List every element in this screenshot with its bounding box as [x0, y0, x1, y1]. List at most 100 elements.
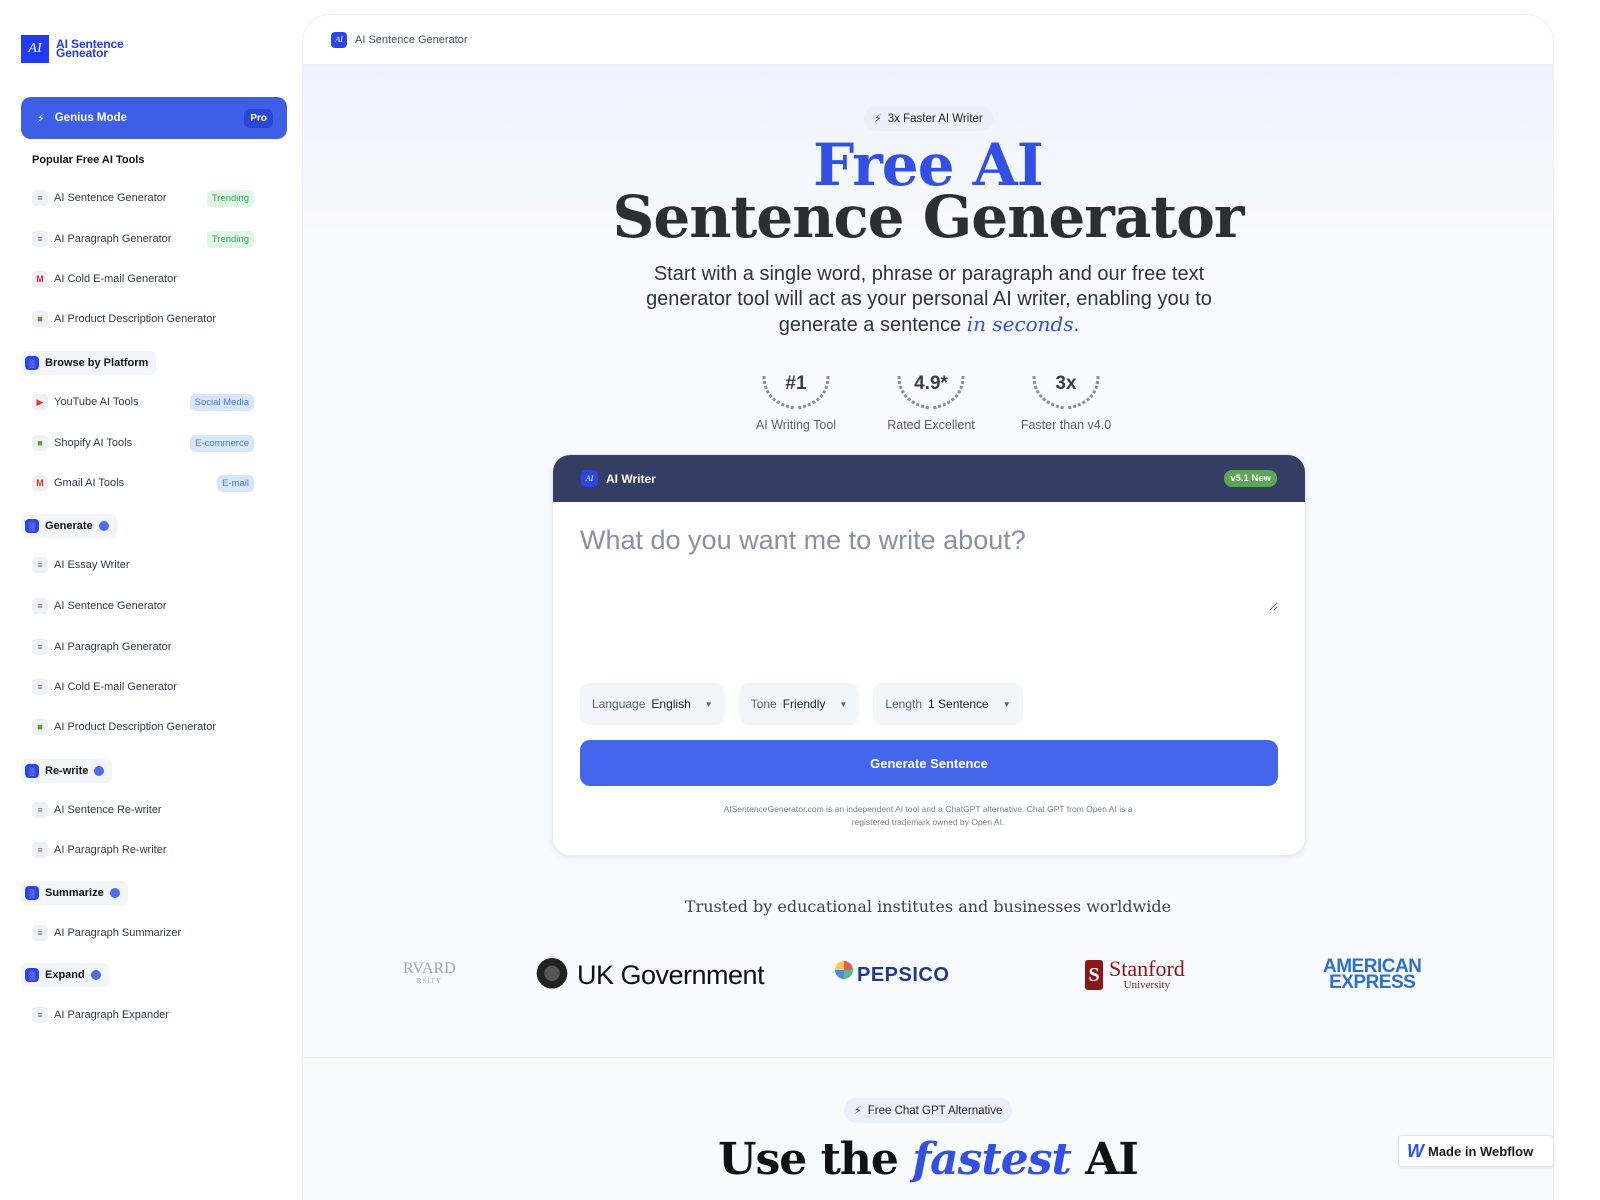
breadcrumb-title: AI Sentence Generator	[355, 33, 468, 46]
sidebar-item-label: AI Cold E-mail Generator	[54, 681, 177, 693]
rewrite-section[interactable]: ░ Re-write	[21, 759, 113, 783]
sidebar-item-label: YouTube AI Tools	[54, 396, 139, 408]
lines-icon: ≡	[32, 842, 48, 858]
sidebar-item-product-description-generator[interactable]: ■ AI Product Description Generator	[32, 309, 254, 329]
sidebar-item-paragraph-expander[interactable]: ≡ AI Paragraph Expander	[32, 1005, 254, 1025]
caret-down-icon: ▼	[704, 699, 713, 709]
prompt-input[interactable]	[580, 525, 1278, 611]
hero-subtitle: Start with a single word, phrase or para…	[643, 262, 1215, 338]
sidebar-item-paragraph-generator[interactable]: ≡ AI Paragraph Generator Trending	[32, 229, 254, 249]
sidebar-item-sentence-rewriter[interactable]: ≡ AI Sentence Re-writer	[32, 800, 254, 820]
lines-icon: ≡	[32, 679, 48, 695]
title-post: AI	[1070, 1134, 1139, 1185]
main-content: AI AI Sentence Generator ⚡︎ 3x Faster AI…	[302, 14, 1554, 1200]
sidebar-item-label: Gmail AI Tools	[54, 477, 125, 489]
summarize-section[interactable]: ░ Summarize	[21, 881, 128, 905]
category-badge: Social Media	[189, 393, 254, 411]
stanford-text: Stanford	[1109, 956, 1185, 981]
sidebar-item-label: Shopify AI Tools	[54, 437, 133, 449]
ukgov-text: UK Government	[577, 959, 765, 990]
stat-caption: AI Writing Tool	[755, 418, 837, 432]
sidebar-item-label: AI Cold E-mail Generator	[54, 273, 177, 285]
sidebar-item-label: AI Paragraph Generator	[54, 233, 172, 245]
sidebar-item-sentence-generator[interactable]: ≡ AI Sentence Generator Trending	[32, 188, 254, 208]
lines-icon: ≡	[32, 190, 48, 206]
shopify-icon: ■	[32, 435, 48, 451]
sidebar-item-label: AI Sentence Generator	[54, 192, 167, 204]
brand-logo[interactable]: AI AI Sentence Geneator	[21, 35, 124, 63]
sidebar-item-label: AI Essay Writer	[54, 559, 130, 571]
stanford-name: Stanford University	[1109, 956, 1185, 992]
pepsico-text: PEPSICO	[857, 963, 950, 986]
subtitle-text: Start with a single word, phrase or para…	[646, 263, 1212, 336]
generate-section[interactable]: ░ Generate	[21, 514, 117, 538]
browse-by-platform-section[interactable]: ░ Browse by Platform	[21, 351, 157, 375]
chart-icon: ░	[25, 764, 39, 778]
chart-icon: ░	[25, 356, 39, 370]
generate-sentence-button[interactable]: Generate Sentence	[580, 740, 1278, 786]
stat-value: 4.9*	[914, 373, 948, 394]
shopify-icon: ■	[32, 311, 48, 327]
sidebar-item-label: AI Paragraph Expander	[54, 1009, 169, 1021]
harvard-text: RVARD	[403, 960, 456, 977]
disclaimer-text: AISentenceGenerator.com is an independen…	[723, 804, 1133, 827]
expand-section[interactable]: ░ Expand	[21, 963, 109, 987]
pro-badge: Pro	[244, 108, 273, 128]
bolt-icon: ⚡︎	[37, 112, 45, 125]
lines-icon: ≡	[32, 925, 48, 941]
sidebar-item-essay-writer[interactable]: ≡ AI Essay Writer	[32, 555, 254, 575]
section-title: Generate	[45, 520, 93, 532]
stats-row: #1 AI Writing Tool 4.9* Rated Excellent …	[741, 370, 1121, 432]
sidebar-item-product-description-generator-2[interactable]: ■ AI Product Description Generator	[32, 717, 254, 737]
options-row: Language English ▼ Tone Friendly ▼ Lengt…	[580, 683, 1023, 725]
option-value: 1 Sentence	[928, 697, 989, 711]
count-badge	[94, 766, 105, 776]
trusted-heading: Trusted by educational institutes and bu…	[684, 897, 1172, 916]
webflow-logo-icon: W	[1407, 1140, 1424, 1161]
brand-name: AI Sentence Geneator	[56, 38, 124, 59]
laurel-icon: 4.9*	[891, 370, 971, 410]
hero-section: ⚡︎ 3x Faster AI Writer Free AI Sentence …	[303, 65, 1553, 1057]
sidebar-item-paragraph-rewriter[interactable]: ≡ AI Paragraph Re-writer	[32, 840, 254, 860]
sidebar-item-cold-email-generator[interactable]: M AI Cold E-mail Generator	[32, 269, 254, 289]
lines-icon: ≡	[32, 802, 48, 818]
bolt-icon: ⚡︎	[874, 113, 882, 125]
lines-icon: ≡	[32, 557, 48, 573]
tone-select[interactable]: Tone Friendly ▼	[738, 683, 860, 725]
sidebar-item-label: AI Product Description Generator	[54, 313, 217, 325]
sidebar: AI AI Sentence Geneator ⚡︎ Genius Mode P…	[0, 0, 302, 1200]
lines-icon: ≡	[32, 598, 48, 614]
sidebar-item-sentence-generator-2[interactable]: ≡ AI Sentence Generator	[32, 596, 254, 616]
sidebar-item-shopify-tools[interactable]: ■ Shopify AI Tools E-commerce	[32, 433, 254, 453]
made-in-webflow-badge[interactable]: W Made in Webflow	[1398, 1135, 1554, 1167]
stat-caption: Rated Excellent	[887, 418, 975, 432]
chatgpt-alternative-pill: ⚡︎ Free Chat GPT Alternative	[844, 1098, 1013, 1123]
laurel-icon: #1	[756, 370, 836, 410]
sidebar-item-paragraph-generator-2[interactable]: ≡ AI Paragraph Generator	[32, 637, 254, 657]
sidebar-item-youtube-tools[interactable]: ▶ YouTube AI Tools Social Media	[32, 392, 254, 412]
sidebar-item-label: AI Paragraph Generator	[54, 641, 172, 653]
trending-badge: Trending	[206, 230, 254, 248]
section-title: Summarize	[45, 887, 104, 899]
gmail-icon: M	[32, 271, 48, 287]
language-select[interactable]: Language English ▼	[580, 683, 725, 725]
section-title: Expand	[45, 969, 85, 981]
category-badge: E-commerce	[190, 434, 254, 452]
chart-icon: ░	[25, 968, 39, 982]
sidebar-item-cold-email-generator-2[interactable]: ≡ AI Cold E-mail Generator	[32, 677, 254, 697]
title-pre: Use the	[718, 1134, 913, 1185]
stat-caption: Faster than v4.0	[1020, 418, 1112, 432]
sidebar-item-label: AI Paragraph Re-writer	[54, 844, 167, 856]
sidebar-item-label: AI Product Description Generator	[54, 721, 217, 733]
sidebar-item-paragraph-summarizer[interactable]: ≡ AI Paragraph Summarizer	[32, 923, 254, 943]
stat-rating: 4.9* Rated Excellent	[876, 370, 986, 432]
genius-mode-button[interactable]: ⚡︎ Genius Mode Pro	[21, 97, 287, 139]
gmail-icon: M	[32, 475, 48, 491]
topbar: AI AI Sentence Generator	[303, 15, 1553, 65]
stanford-tree-icon: S	[1085, 960, 1103, 990]
sidebar-item-gmail-tools[interactable]: M Gmail AI Tools E-mail	[32, 473, 254, 493]
harvard-logo: RVARD RSITY	[403, 950, 456, 1000]
length-select[interactable]: Length 1 Sentence ▼	[873, 683, 1023, 725]
hero-title-line2: Sentence Generator	[612, 183, 1245, 251]
app-icon: AI	[331, 31, 347, 48]
